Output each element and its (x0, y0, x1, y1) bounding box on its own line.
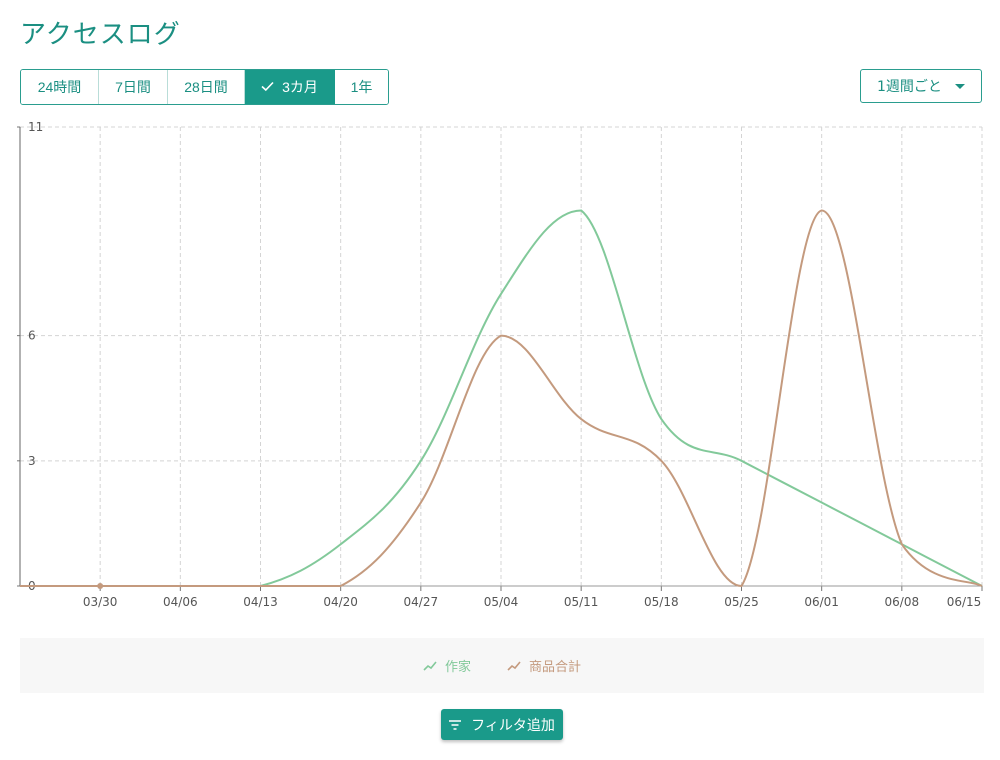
filter-icon (449, 719, 462, 730)
x-tick-label: 06/01 (804, 595, 839, 609)
interval-select-value: 1週間ごと (877, 79, 942, 95)
caret-down-icon (955, 84, 965, 89)
range-28d-button[interactable]: 28日間 (168, 70, 245, 104)
range-1y-button[interactable]: 1年 (335, 70, 388, 104)
time-range-selector: 24時間 7日間 28日間 3カ月 1年 (20, 69, 389, 105)
add-filter-button[interactable]: フィルタ追加 (441, 709, 563, 740)
x-tick-label: 04/13 (243, 595, 278, 609)
x-tick-label: 04/06 (163, 595, 198, 609)
access-log-chart: 0361103/30 04/06 04/13 04/20 04/27 05/04 05/11… (17, 120, 983, 609)
x-tick-label: 05/11 (564, 595, 599, 609)
add-filter-label: フィルタ追加 (471, 717, 555, 734)
range-1y-label: 1年 (350, 79, 373, 95)
range-28d-label: 28日間 (184, 79, 228, 95)
range-7d-button[interactable]: 7日間 (99, 70, 168, 104)
trending-line-icon (423, 660, 437, 671)
x-tick-label: 05/04 (484, 595, 519, 609)
x-tick-label: 04/20 (323, 595, 358, 609)
x-tick-label: 05/18 (644, 595, 679, 609)
x-tick-label: 05/25 (724, 595, 759, 609)
legend-item-products-total[interactable]: 商品合計 (507, 656, 581, 675)
legend-label-products-total: 商品合計 (529, 660, 582, 675)
legend-label-author: 作家 (444, 660, 471, 675)
page-title: アクセスログ (20, 20, 181, 50)
chart-legend: 作家 商品合計 (20, 638, 984, 693)
data-point-marker (97, 583, 104, 589)
range-7d-label: 7日間 (115, 79, 151, 95)
x-tick-label: 03/30 (83, 595, 118, 609)
range-3m-button[interactable]: 3カ月 (245, 70, 335, 104)
x-tick-label: 06/08 (885, 595, 920, 609)
y-tick-label: 6 (28, 329, 36, 343)
range-24h-label: 24時間 (37, 79, 82, 95)
x-tick-label: 04/27 (404, 595, 439, 609)
check-icon (261, 79, 274, 95)
range-3m-label: 3カ月 (282, 79, 318, 95)
interval-select[interactable]: 1週間ごと (860, 69, 982, 103)
x-tick-label: 06/15 (947, 595, 982, 609)
y-tick-label: 3 (28, 454, 36, 468)
trending-line-icon (507, 660, 521, 671)
range-24h-button[interactable]: 24時間 (21, 70, 99, 104)
legend-item-author[interactable]: 作家 (423, 656, 471, 675)
